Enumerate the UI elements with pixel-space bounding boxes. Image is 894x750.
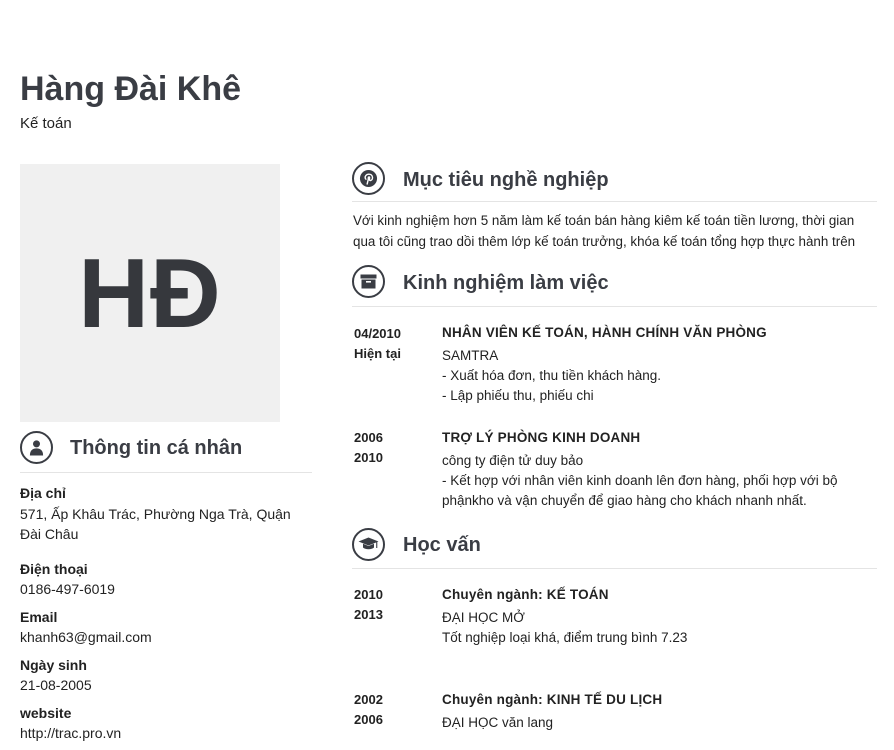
- website-label: website: [20, 705, 72, 721]
- job-title: Kế toán: [20, 115, 72, 132]
- objective-line: qua tôi cũng trao dồi thêm lớp kế toán t…: [353, 234, 856, 249]
- objective-title: Mục tiêu nghề nghiệp: [403, 169, 609, 191]
- objective-text: Với kinh nghiệm hơn 5 năm làm kế toán bá…: [353, 210, 877, 254]
- email-value[interactable]: khanh63@gmail.com: [20, 627, 305, 647]
- education-school: ĐẠI HỌC văn lang: [442, 715, 554, 730]
- personal-info-title: Thông tin cá nhân: [70, 437, 243, 459]
- education-divider: [352, 568, 877, 569]
- date-end: 2006: [354, 712, 383, 727]
- phone-label: Điện thoại: [20, 561, 88, 577]
- user-icon: [20, 431, 53, 464]
- objective-divider: [352, 201, 877, 202]
- experience-company: SAMTRA: [442, 348, 499, 363]
- experience-position: NHÂN VIÊN KẾ TOÁN, HÀNH CHÍNH VĂN PHÒNG: [442, 325, 767, 340]
- experience-divider: [352, 306, 877, 307]
- pinterest-icon-glyph: [359, 169, 378, 188]
- experience-duty: - Xuất hóa đơn, thu tiền khách hàng.: [442, 368, 662, 383]
- email-label: Email: [20, 609, 58, 625]
- education-note: Tốt nghiệp loại khá, điểm trung bình 7.2…: [442, 630, 688, 645]
- archive-box-icon-glyph: [360, 274, 377, 289]
- date-end: Hiện tại: [354, 346, 401, 361]
- experience-title: Kinh nghiệm làm việc: [403, 272, 609, 294]
- experience-duty: phậnkho và vận chuyển để giao hàng cho k…: [442, 493, 807, 508]
- address-line: 571, Ấp Khâu Trác, Phường Nga Trà, Quận: [20, 506, 291, 522]
- address-label: Địa chỉ: [20, 485, 66, 501]
- date-end: 2013: [354, 607, 383, 622]
- date-start: 2002: [354, 692, 383, 707]
- education-dates: 2010 2013: [354, 585, 383, 625]
- website-link[interactable]: http://trac.pro.vn: [20, 723, 305, 743]
- date-start: 04/2010: [354, 326, 401, 341]
- experience-duty: - Lập phiếu thu, phiếu chi: [442, 388, 594, 403]
- experience-company: công ty điện tử duy bảo: [442, 453, 584, 468]
- experience-position: TRỢ LÝ PHÒNG KINH DOANH: [442, 430, 641, 445]
- archive-box-icon: [352, 265, 385, 298]
- experience-dates: 2006 2010: [354, 428, 383, 468]
- candidate-name: Hàng Đài Khê: [20, 70, 242, 108]
- user-icon-glyph: [29, 440, 44, 456]
- address-value: 571, Ấp Khâu Trác, Phường Nga Trà, Quận …: [20, 504, 305, 544]
- date-start: 2010: [354, 587, 383, 602]
- personal-info-divider: [20, 472, 312, 473]
- graduation-cap-icon: [352, 528, 385, 561]
- birthday-label: Ngày sinh: [20, 657, 87, 673]
- education-major: Chuyên ngành: KINH TẾ DU LỊCH: [442, 692, 663, 707]
- experience-dates: 04/2010 Hiện tại: [354, 324, 401, 364]
- avatar: HĐ: [20, 164, 280, 422]
- experience-duty: - Kết hợp với nhân viên kinh doanh lên đ…: [442, 473, 838, 488]
- objective-line: Với kinh nghiệm hơn 5 năm làm kế toán bá…: [353, 213, 855, 228]
- address-line: Đài Châu: [20, 526, 79, 542]
- education-title: Học vấn: [403, 534, 481, 556]
- birthday-value: 21-08-2005: [20, 677, 92, 693]
- date-start: 2006: [354, 430, 383, 445]
- pinterest-icon: [352, 162, 385, 195]
- phone-value: 0186-497-6019: [20, 581, 115, 597]
- date-end: 2010: [354, 450, 383, 465]
- education-dates: 2002 2006: [354, 690, 383, 730]
- education-school: ĐẠI HỌC MỞ: [442, 610, 525, 625]
- education-major: Chuyên ngành: KẾ TOÁN: [442, 587, 609, 602]
- graduation-cap-icon-glyph: [358, 537, 379, 550]
